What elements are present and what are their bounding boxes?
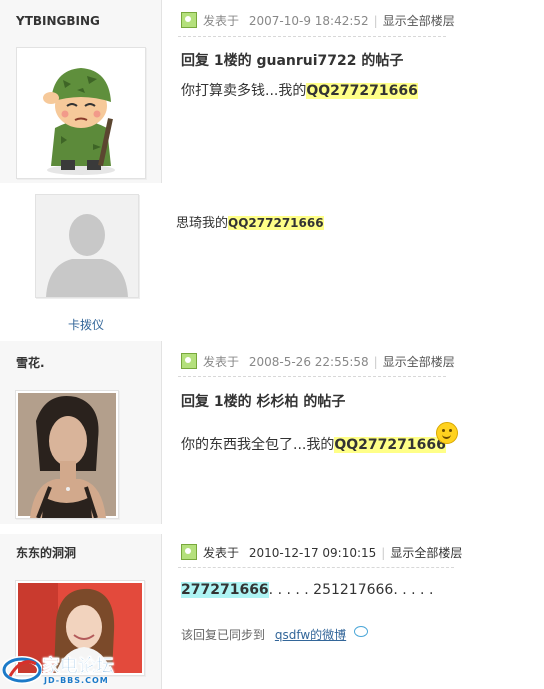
meta-separator: | xyxy=(373,14,378,28)
post3-qq-number: QQ277271666 xyxy=(334,437,446,453)
post1-meta: 发表于 2007-10-9 18:42:52 | 显示全部楼层 xyxy=(181,12,455,29)
post4-sync-prefix: 该回复已同步到 xyxy=(181,628,266,642)
weibo-bubble-icon xyxy=(354,626,369,637)
logo-subtext: JD-BBS.COM xyxy=(44,676,109,685)
post3-posted-time: 2008-5-26 22:55:58 xyxy=(248,355,369,369)
post1-username[interactable]: YTBINGBING xyxy=(16,14,100,28)
post3-body: 你的东西我全包了...我的QQ277271666 xyxy=(181,434,446,454)
jd-bbs-logo-icon xyxy=(2,656,42,684)
post1-show-all-floors-link[interactable]: 显示全部楼层 xyxy=(383,14,455,28)
default-user-silhouette-icon xyxy=(36,195,138,297)
posted-icon xyxy=(181,12,197,28)
site-watermark-logo: 家电论坛 JD-BBS.COM xyxy=(2,652,130,688)
post4-posted-time: 2010-12-17 09:10:15 xyxy=(248,546,377,560)
post2-username[interactable]: 卡拨仪 xyxy=(68,316,104,333)
posted-icon xyxy=(181,353,197,369)
post4-divider xyxy=(178,567,454,568)
meta-separator: | xyxy=(381,546,386,560)
meta-separator: | xyxy=(373,355,378,369)
post3-reply-title: 回复 1楼的 杉杉柏 的帖子 xyxy=(181,394,346,410)
post2-avatar[interactable] xyxy=(35,194,139,298)
post3-avatar[interactable] xyxy=(15,390,119,519)
post3-show-all-floors-link[interactable]: 显示全部楼层 xyxy=(383,355,455,369)
soldier-cartoon-avatar-icon xyxy=(43,68,115,175)
post1-qq-number: QQ277271666 xyxy=(306,83,418,99)
post1-posted-time: 2007-10-9 18:42:52 xyxy=(248,14,369,28)
post3-body-text: 你的东西我全包了...我的 xyxy=(181,437,335,453)
post1-avatar[interactable] xyxy=(16,47,146,179)
post3-meta: 发表于 2008-5-26 22:55:58 | 显示全部楼层 xyxy=(181,353,455,370)
post4-weibo-link[interactable]: qsdfw的微博 xyxy=(275,628,346,642)
post1-body-text: 你打算卖多钱...我的 xyxy=(181,83,307,99)
post4-meta: 发表于 2010-12-17 09:10:15 | 显示全部楼层 xyxy=(181,544,462,561)
post4-body: 277271666. . . . . 251217666. . . . . xyxy=(181,582,433,598)
post1-divider xyxy=(178,36,446,37)
post3-username[interactable]: 雪花. xyxy=(16,354,45,371)
post4-posted-prefix: 发表于 xyxy=(203,546,240,560)
logo-text: 家电论坛 xyxy=(42,656,115,678)
post1-posted-prefix: 发表于 xyxy=(203,14,240,28)
post1-reply-title: 回复 1楼的 guanrui7722 的帖子 xyxy=(181,53,404,69)
posted-icon xyxy=(181,544,197,560)
post4-qq-number: 277271666 xyxy=(181,582,269,598)
post2-body: 思琦我的QQ277271666 xyxy=(176,212,324,231)
post4-show-all-floors-link[interactable]: 显示全部楼层 xyxy=(390,546,462,560)
post4-sync-note: 该回复已同步到 qsdfw的微博 xyxy=(181,626,369,643)
post2-qq-number: QQ277271666 xyxy=(228,216,324,230)
post4-body-rest: . . . . . 251217666. . . . . xyxy=(268,582,434,598)
post3-divider xyxy=(178,376,446,377)
post1-body: 你打算卖多钱...我的QQ277271666 xyxy=(181,80,418,100)
post3-posted-prefix: 发表于 xyxy=(203,355,240,369)
post4-username[interactable]: 东东的洞洞 xyxy=(16,544,76,561)
woman-portrait-avatar-icon xyxy=(18,393,116,519)
smiley-emoticon-icon xyxy=(436,422,458,444)
post2-body-text: 思琦我的 xyxy=(176,216,229,231)
